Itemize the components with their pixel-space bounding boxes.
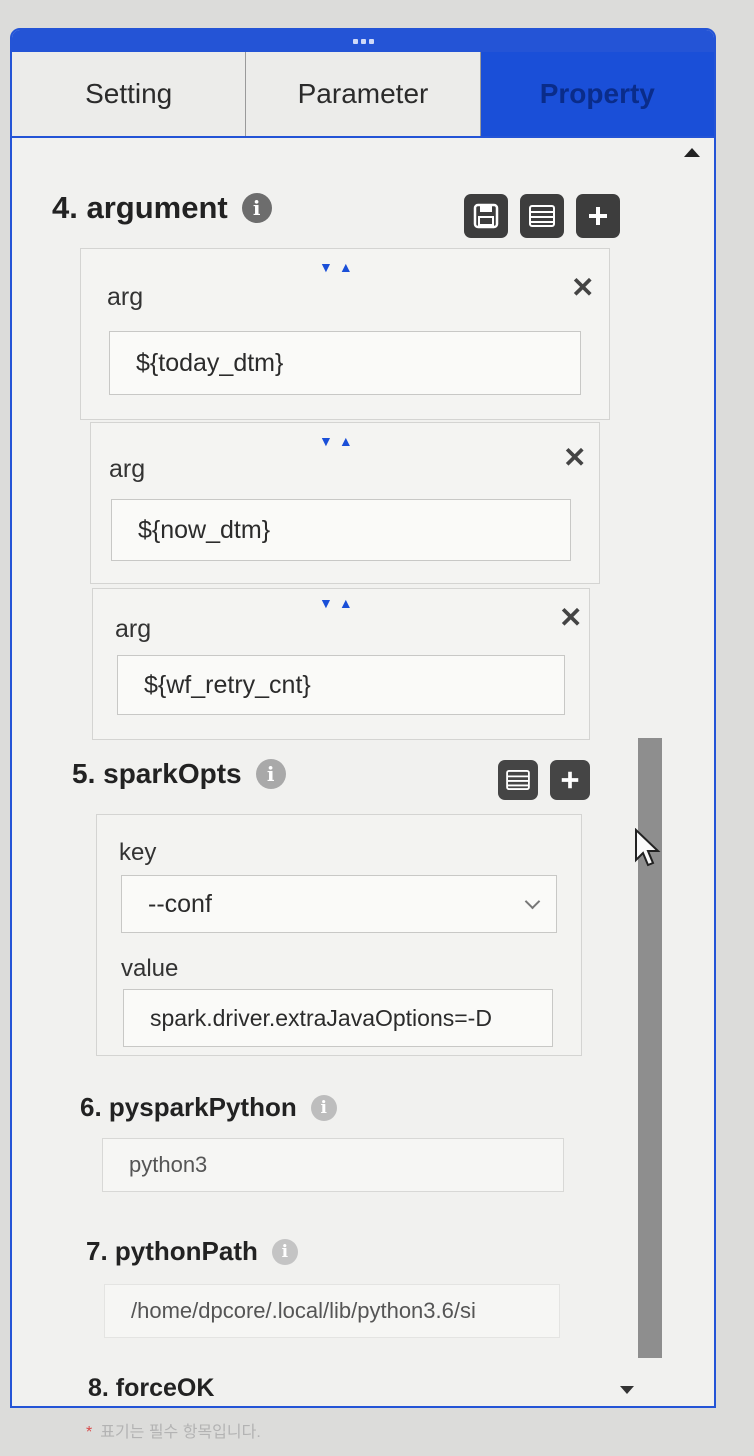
section-argument-title: 4. argument i — [52, 190, 272, 226]
required-footnote-text: 표기는 필수 항목입니다. — [100, 1424, 261, 1441]
chevron-down-icon — [524, 893, 541, 910]
arg-input[interactable]: ${now_dtm} — [111, 499, 571, 561]
scroll-down-arrow-icon[interactable] — [620, 1386, 634, 1394]
list-button[interactable] — [498, 760, 538, 800]
sort-arrows-icon[interactable]: ▼ ▲ — [319, 433, 353, 449]
scroll-up-arrow-icon[interactable] — [684, 148, 700, 157]
mouse-cursor-icon — [635, 828, 661, 867]
tab-setting[interactable]: Setting — [12, 52, 247, 136]
panel-drag-handle[interactable] — [12, 30, 714, 52]
sort-arrows-icon[interactable]: ▼ ▲ — [319, 595, 353, 611]
value-input[interactable]: spark.driver.extraJavaOptions=-D — [123, 989, 553, 1047]
plus-icon — [561, 771, 579, 789]
required-footnote: * 표기는 필수 항목입니다. — [86, 1418, 261, 1442]
info-icon[interactable]: i — [241, 193, 272, 223]
section-forceok-title: 8. forceOK — [88, 1374, 214, 1403]
key-select[interactable]: --conf — [121, 875, 557, 933]
arg-label: arg — [107, 283, 144, 311]
arg-label: arg — [109, 455, 146, 483]
arg-input[interactable]: ${wf_retry_cnt} — [117, 655, 565, 715]
sparkopts-title-text: 5. sparkOpts — [72, 758, 242, 789]
sparkopts-actions — [498, 760, 590, 800]
pysparkpython-input[interactable]: python3 — [102, 1138, 564, 1192]
argument-item: ▼ ▲ arg ✕ ${now_dtm} — [90, 422, 600, 584]
pythonpath-input[interactable]: /home/dpcore/.local/lib/python3.6/si — [104, 1284, 560, 1338]
property-panel: Setting Parameter Property 4. argument i — [10, 28, 716, 1408]
argument-title-text: 4. argument — [52, 190, 228, 225]
add-sparkopt-button[interactable] — [550, 760, 590, 800]
list-button[interactable] — [520, 194, 564, 238]
close-icon[interactable]: ✕ — [559, 601, 582, 634]
sort-arrows-icon[interactable]: ▼ ▲ — [319, 259, 353, 275]
tab-bar: Setting Parameter Property — [12, 52, 714, 138]
required-star: * — [86, 1424, 93, 1441]
key-select-value: --conf — [148, 889, 212, 918]
tab-property[interactable]: Property — [480, 52, 714, 136]
key-label: key — [119, 839, 157, 866]
close-icon[interactable]: ✕ — [563, 441, 586, 474]
section-pysparkpython-title: 6. pysparkPython i — [80, 1092, 337, 1123]
pythonpath-title-text: 7. pythonPath — [86, 1236, 258, 1266]
argument-actions — [464, 194, 620, 238]
sparkopt-item: key --conf value spark.driver.extraJavaO… — [96, 814, 582, 1056]
save-icon — [473, 203, 499, 229]
info-icon[interactable]: i — [255, 759, 286, 789]
list-icon — [529, 205, 555, 227]
value-label: value — [121, 955, 179, 982]
forceok-title-text: 8. forceOK — [88, 1374, 215, 1402]
info-icon[interactable]: i — [310, 1094, 337, 1121]
close-icon[interactable]: ✕ — [571, 271, 594, 304]
plus-icon — [589, 207, 607, 225]
add-argument-button[interactable] — [576, 194, 620, 238]
section-pythonpath-title: 7. pythonPath i — [86, 1236, 298, 1267]
pysparkpython-title-text: 6. pysparkPython — [80, 1092, 297, 1122]
arg-label: arg — [115, 615, 152, 643]
list-icon — [506, 770, 530, 790]
info-icon[interactable]: i — [271, 1238, 298, 1265]
section-sparkopts-title: 5. sparkOpts i — [72, 758, 286, 790]
tab-parameter[interactable]: Parameter — [246, 52, 481, 136]
argument-item: ▼ ▲ arg ✕ ${today_dtm} — [80, 248, 610, 420]
drag-dots-icon — [352, 38, 374, 44]
property-content: 4. argument i ▼ ▲ arg ✕ ${today_dtm} ▼ ▲ a… — [12, 138, 714, 1406]
argument-item: ▼ ▲ arg ✕ ${wf_retry_cnt} — [92, 588, 590, 740]
save-button[interactable] — [464, 194, 508, 238]
arg-input[interactable]: ${today_dtm} — [109, 331, 581, 395]
